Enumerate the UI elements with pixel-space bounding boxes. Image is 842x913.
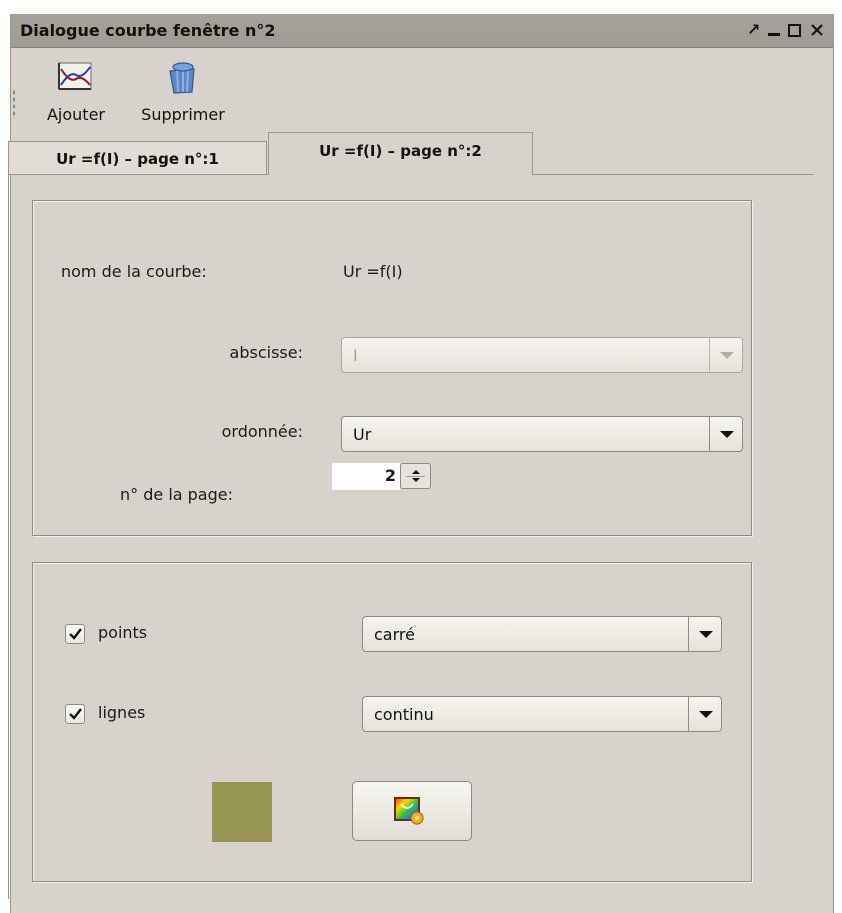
page-number-label: n° de la page: (120, 485, 233, 504)
curve-color-swatch (212, 782, 272, 842)
add-button[interactable]: Ajouter (33, 59, 119, 124)
minimize-icon[interactable] (767, 20, 781, 45)
maximize-icon[interactable] (787, 20, 803, 45)
toolbar-grip[interactable] (12, 89, 16, 119)
tab-page-1-label: Ur =f(I) – page n°:1 (56, 150, 219, 168)
chevron-down-icon (720, 431, 734, 438)
choose-color-button[interactable] (352, 781, 472, 841)
line-style-select-value: continu (374, 705, 434, 724)
abscissa-dropdown-button (709, 338, 742, 372)
line-style-select[interactable]: continu (362, 696, 722, 732)
trash-icon (123, 59, 243, 95)
curve-name-value: Ur =f(I) (343, 262, 403, 281)
chart-add-icon (33, 59, 119, 95)
chevron-down-icon (699, 631, 713, 638)
ordinate-select[interactable]: Ur (341, 416, 743, 452)
tab-page-2[interactable]: Ur =f(I) – page n°:2 (268, 132, 533, 175)
add-button-label: Ajouter (46, 105, 105, 124)
points-checkbox[interactable] (65, 624, 85, 644)
remove-button[interactable]: Supprimer (123, 59, 243, 124)
curve-name-label: nom de la courbe: (61, 262, 207, 281)
line-style-dropdown-button[interactable] (688, 697, 721, 731)
ordinate-select-value: Ur (353, 425, 372, 444)
ordinate-dropdown-button[interactable] (709, 417, 742, 451)
check-icon (69, 628, 82, 640)
title-bar[interactable]: Dialogue courbe fenêtre n°2 ↗ (11, 14, 833, 48)
restore-icon[interactable]: ↗ (747, 20, 760, 40)
lines-checkbox[interactable] (65, 704, 85, 724)
check-icon (69, 708, 82, 720)
stepper-up-icon[interactable] (412, 470, 420, 474)
points-label: points (98, 623, 148, 642)
tab-page-2-label: Ur =f(I) – page n°:2 (319, 142, 482, 160)
remove-button-label: Supprimer (141, 105, 225, 124)
stepper-divider (406, 476, 425, 477)
point-shape-select-value: carré (374, 625, 415, 644)
window-title: Dialogue courbe fenêtre n°2 (20, 21, 276, 40)
page-number-input[interactable]: 2 (332, 463, 400, 490)
chevron-down-icon (699, 711, 713, 718)
close-icon[interactable] (809, 20, 825, 45)
lines-label: lignes (98, 703, 146, 722)
point-shape-dropdown-button[interactable] (688, 617, 721, 651)
ordinate-label: ordonnée: (221, 422, 303, 441)
stepper-down-icon[interactable] (412, 478, 420, 482)
abscissa-label: abscisse: (229, 343, 303, 362)
tab-page-1[interactable]: Ur =f(I) – page n°:1 (8, 141, 267, 174)
abscissa-select-value: I (353, 346, 358, 365)
page-number-stepper[interactable] (400, 463, 431, 489)
point-shape-select[interactable]: carré (362, 616, 722, 652)
chevron-down-icon (720, 352, 734, 359)
abscissa-select: I (341, 337, 743, 373)
